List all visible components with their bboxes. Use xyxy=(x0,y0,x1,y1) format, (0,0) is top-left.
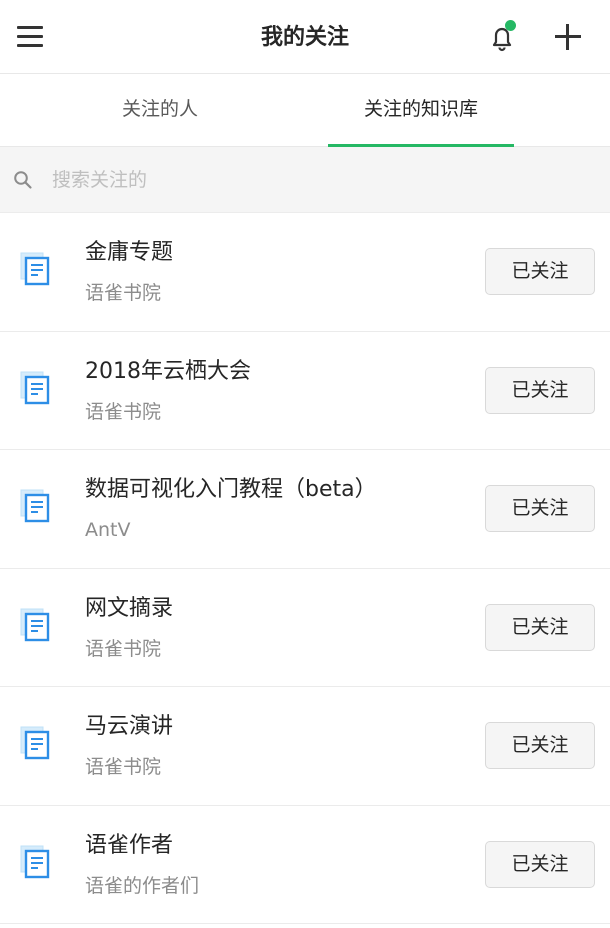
list-item[interactable]: 数据可视化入门教程（beta） AntV 已关注 xyxy=(0,450,610,569)
repo-owner: 语雀书院 xyxy=(85,282,162,304)
repo-owner: 语雀的作者们 xyxy=(85,874,200,897)
repo-title: 马云演讲 xyxy=(85,714,174,739)
search-icon xyxy=(14,171,32,189)
book-icon xyxy=(20,252,50,286)
followed-button[interactable]: 已关注 xyxy=(485,485,595,532)
repo-owner: 语雀书院 xyxy=(85,400,162,423)
list-item[interactable]: 马云演讲 语雀书院 已关注 xyxy=(0,687,610,806)
search-bar xyxy=(0,147,610,213)
book-icon xyxy=(20,726,50,760)
search-input[interactable] xyxy=(52,163,572,197)
tab-followed-people[interactable]: 关注的人 xyxy=(60,74,260,147)
book-icon xyxy=(20,845,50,878)
list-item[interactable]: 网文摘录 语雀书院 已关注 xyxy=(0,568,610,687)
tab-followed-repos[interactable]: 关注的知识库 xyxy=(328,74,514,147)
followed-button[interactable]: 已关注 xyxy=(485,722,595,769)
list-item[interactable]: 2018年云栖大会 语雀书院 已关注 xyxy=(0,331,610,450)
tab-bar: 关注的人 关注的知识库 xyxy=(0,74,610,147)
book-icon xyxy=(20,608,50,641)
repo-list: 金庸专题 语雀书院 已关注 2018年云栖大会 语雀书院 已关注 数据可视化入门… xyxy=(0,213,610,924)
list-item[interactable]: 语雀作者 语雀的作者们 已关注 xyxy=(0,805,610,924)
book-icon xyxy=(20,489,50,523)
repo-owner: 语雀书院 xyxy=(85,756,162,778)
followed-button[interactable]: 已关注 xyxy=(485,840,595,888)
bell-icon[interactable] xyxy=(487,20,517,52)
book-icon xyxy=(20,371,50,404)
followed-button[interactable]: 已关注 xyxy=(485,248,595,295)
notification-dot xyxy=(505,20,516,31)
followed-button[interactable]: 已关注 xyxy=(485,603,595,651)
repo-title: 金庸专题 xyxy=(85,240,174,265)
repo-title: 语雀作者 xyxy=(85,832,174,858)
repo-title: 2018年云栖大会 xyxy=(85,358,251,384)
list-item[interactable]: 金庸专题 语雀书院 已关注 xyxy=(0,213,610,332)
top-bar: 我的关注 xyxy=(0,0,610,74)
repo-owner: AntV xyxy=(85,519,131,541)
repo-title: 数据可视化入门教程（beta） xyxy=(85,477,377,502)
repo-title: 网文摘录 xyxy=(85,595,174,621)
repo-owner: 语雀书院 xyxy=(85,637,162,660)
page-title: 我的关注 xyxy=(260,25,349,50)
plus-icon[interactable] xyxy=(554,23,582,51)
followed-button[interactable]: 已关注 xyxy=(485,366,595,414)
